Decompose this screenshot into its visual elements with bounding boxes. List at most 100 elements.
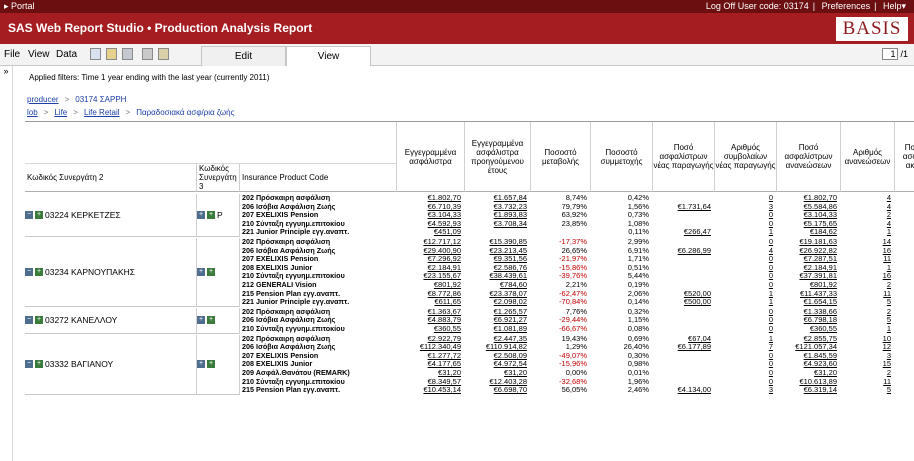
menu-file[interactable]: File [4, 49, 20, 60]
cell-value[interactable]: €29.400,90 [397, 247, 461, 256]
cell-value[interactable]: €23.155,67 [397, 272, 461, 281]
cell-value[interactable]: €4.177,65 [397, 360, 461, 369]
cell-value[interactable]: 0 [715, 211, 773, 220]
cell-value[interactable]: €500,00 [653, 298, 711, 307]
cell-value[interactable] [653, 360, 711, 369]
cell-value[interactable]: 0 [715, 378, 773, 387]
cell-value[interactable]: €-4 [895, 238, 914, 247]
cell-value[interactable]: €3.104,33 [777, 211, 837, 220]
cell-value[interactable]: €8.772,86 [397, 290, 461, 299]
cell-value[interactable]: 5 [841, 298, 891, 307]
expand-icon[interactable]: + [35, 211, 43, 219]
collapse-icon[interactable]: + [197, 360, 205, 369]
column-header[interactable]: Ποσό ασφαλ ακυρ [895, 122, 914, 192]
cell-value[interactable]: €2.184,91 [397, 264, 461, 273]
cell-value[interactable] [653, 220, 711, 229]
cell-value[interactable] [653, 255, 711, 264]
cell-value[interactable]: €1.802,70 [777, 194, 837, 203]
cell-value[interactable]: €801,92 [397, 281, 461, 290]
cell-value[interactable]: €-4 [895, 290, 914, 299]
save-icon[interactable] [122, 48, 133, 60]
cell-value[interactable]: 11 [841, 290, 891, 299]
cell-value[interactable]: 3 [715, 386, 773, 395]
cell-value[interactable]: 1 [841, 228, 891, 237]
cell-value[interactable]: 1 [715, 298, 773, 307]
cell-value[interactable]: €112.340,49 [397, 343, 461, 352]
cell-value[interactable]: 0 [715, 352, 773, 361]
side-panel-toggle[interactable]: » [0, 66, 13, 461]
cell-value[interactable]: €67,04 [653, 335, 711, 344]
cell-value[interactable]: €4.923,60 [777, 360, 837, 369]
cell-value[interactable]: 0 [715, 264, 773, 273]
column-header[interactable]: Αριθμός ανανεώσεων [841, 122, 895, 192]
cell-value[interactable]: 15 [841, 360, 891, 369]
export-icon[interactable] [158, 48, 169, 60]
cell-value[interactable]: €-2 [895, 247, 914, 256]
cell-value[interactable]: €-1 [895, 298, 914, 307]
cell-value[interactable] [895, 352, 914, 361]
collapse-icon[interactable]: + [197, 267, 205, 276]
cell-value[interactable] [895, 308, 914, 317]
cell-value[interactable]: €360,55 [777, 325, 837, 334]
cell-value[interactable]: €2.508,09 [465, 352, 527, 361]
cell-value[interactable]: 5 [841, 316, 891, 325]
expand-icon[interactable]: + [207, 211, 215, 219]
menu-view[interactable]: View [28, 49, 50, 60]
cell-value[interactable]: €6.319,14 [777, 386, 837, 395]
cell-value[interactable] [895, 220, 914, 229]
cell-value[interactable]: €11.437,33 [777, 290, 837, 299]
cell-value[interactable]: €31,20 [397, 369, 461, 378]
cell-value[interactable]: 2 [841, 211, 891, 220]
column-header[interactable]: Ποσό ασφαλίστρων ανανεώσεων [777, 122, 841, 192]
cell-value[interactable]: €520,00 [653, 290, 711, 299]
cell-value[interactable]: €2.586,76 [465, 264, 527, 273]
cell-value[interactable]: €2.184,91 [777, 264, 837, 273]
cell-value[interactable]: 1 [715, 228, 773, 237]
cell-value[interactable]: €- [895, 203, 914, 212]
cell-value[interactable]: €12.403,28 [465, 378, 527, 387]
cell-value[interactable]: 0 [715, 325, 773, 334]
cell-value[interactable] [653, 378, 711, 387]
cell-value[interactable]: 11 [841, 378, 891, 387]
cell-value[interactable]: 4 [715, 247, 773, 256]
cell-value[interactable]: €8.349,57 [397, 378, 461, 387]
cell-value[interactable]: 12 [841, 343, 891, 352]
cell-value[interactable]: €7.296,92 [397, 255, 461, 264]
cell-value[interactable]: €- [895, 255, 914, 264]
cell-value[interactable]: €6.177,89 [653, 343, 711, 352]
cell-value[interactable] [895, 325, 914, 334]
partner-group[interactable]: − +03332 ΒΑΓΙΑΝΟΥ [25, 334, 197, 395]
cell-value[interactable]: 0 [715, 272, 773, 281]
collapse-icon[interactable]: − [25, 316, 33, 325]
cell-value[interactable]: €3.104,33 [397, 211, 461, 220]
preferences-link[interactable]: Preferences [822, 1, 871, 11]
cell-value[interactable]: €1.081,89 [465, 325, 527, 334]
cell-value[interactable]: 7 [715, 343, 773, 352]
cell-value[interactable]: €1.363,67 [397, 308, 461, 317]
cell-value[interactable] [895, 264, 914, 273]
cell-value[interactable]: 0 [715, 220, 773, 229]
partner-header[interactable]: Κωδικός Συνεργάτη 2 [25, 164, 197, 192]
column-header[interactable]: Ποσοστό συμμετοχής [591, 122, 653, 192]
cell-value[interactable]: 0 [715, 308, 773, 317]
expand-icon[interactable]: + [207, 316, 215, 325]
cell-value[interactable]: €360,55 [397, 325, 461, 334]
cell-value[interactable]: €31,20 [777, 369, 837, 378]
cell-value[interactable]: €6.798,18 [777, 316, 837, 325]
cell-value[interactable]: €10.613,89 [777, 378, 837, 387]
cell-value[interactable]: 0 [715, 255, 773, 264]
tab-view[interactable]: View [286, 46, 371, 66]
cell-value[interactable]: 1 [841, 325, 891, 334]
cell-value[interactable] [653, 308, 711, 317]
cell-value[interactable]: €6.921,27 [465, 316, 527, 325]
breadcrumb-link[interactable]: producer [27, 95, 59, 104]
cell-value[interactable]: 2 [841, 281, 891, 290]
cell-value[interactable]: 1 [715, 290, 773, 299]
cell-value[interactable] [653, 369, 711, 378]
collapse-icon[interactable]: − [25, 211, 33, 219]
cell-value[interactable]: €31,20 [465, 369, 527, 378]
open-folder-icon[interactable] [106, 48, 117, 60]
cell-value[interactable]: €451,09 [397, 228, 461, 237]
cell-value[interactable] [895, 228, 914, 237]
cell-value[interactable]: 0 [715, 194, 773, 203]
